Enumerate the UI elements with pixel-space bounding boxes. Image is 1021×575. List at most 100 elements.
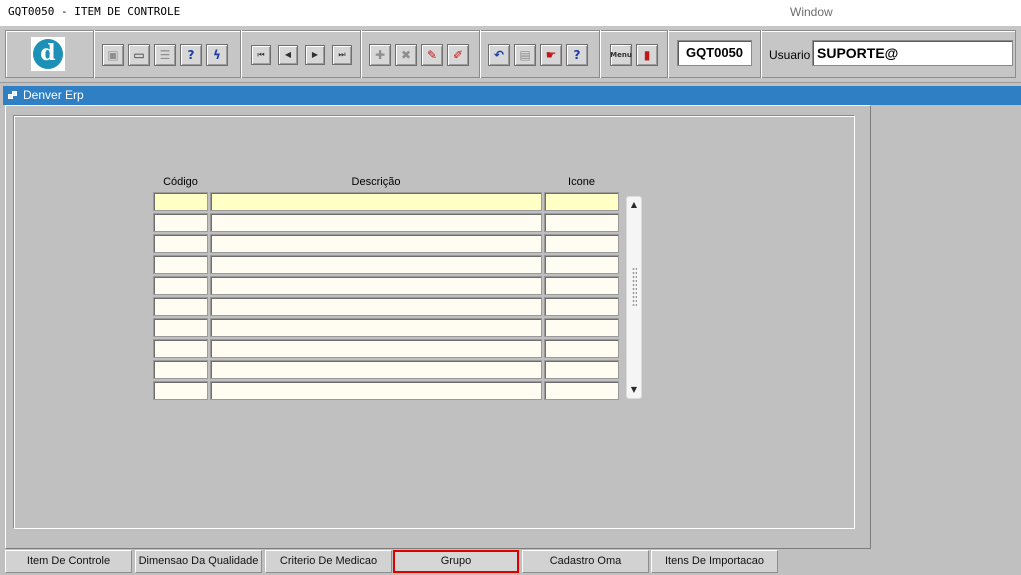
icone-cell[interactable] xyxy=(544,213,619,232)
icone-cell[interactable] xyxy=(544,360,619,379)
user-field[interactable]: SUPORTE@ xyxy=(812,40,1013,66)
delete-record-button[interactable]: ✖ xyxy=(395,44,417,66)
form-canvas: Código Descrição Icone ▲ ▼ xyxy=(5,105,871,549)
insert-record-button[interactable]: ✚ xyxy=(369,44,391,66)
column-header-icone: Icone xyxy=(568,176,595,188)
undo-icon: ↶ xyxy=(493,48,505,62)
tab-itens-de-importacao[interactable]: Itens De Importacao xyxy=(651,550,778,573)
form-code-field: GQT0050 xyxy=(677,40,752,66)
icone-cell[interactable] xyxy=(544,234,619,253)
edit-record-button[interactable]: ✎ xyxy=(421,44,443,66)
clear-icon: ✐ xyxy=(452,48,464,62)
save-button[interactable]: ▣ xyxy=(102,44,124,66)
first-record-button[interactable]: ⏮ xyxy=(251,45,271,65)
toolbar-separator xyxy=(240,30,242,78)
scroll-down-icon[interactable]: ▼ xyxy=(629,385,639,395)
undo-button[interactable]: ↶ xyxy=(488,44,510,66)
descricao-cell[interactable] xyxy=(210,234,542,253)
icone-cell[interactable] xyxy=(544,255,619,274)
window-icon: ▭ xyxy=(133,48,145,62)
scroll-grip[interactable] xyxy=(632,267,637,307)
descricao-cell[interactable] xyxy=(210,360,542,379)
descricao-cell[interactable] xyxy=(210,339,542,358)
icone-cell[interactable] xyxy=(544,318,619,337)
enter-query-button[interactable]: ? xyxy=(180,44,202,66)
icone-cell[interactable] xyxy=(544,381,619,400)
scroll-up-icon[interactable]: ▲ xyxy=(629,200,639,210)
window-button[interactable]: ▭ xyxy=(128,44,150,66)
menu-icon: Menu xyxy=(610,50,632,59)
previous-record-button[interactable]: ◀ xyxy=(278,45,298,65)
vertical-scrollbar[interactable]: ▲ ▼ xyxy=(626,196,642,399)
execute-query-icon: ϟ xyxy=(213,48,221,62)
codigo-cell[interactable] xyxy=(153,255,208,274)
execute-query-button[interactable]: ϟ xyxy=(206,44,228,66)
descricao-cell[interactable] xyxy=(210,318,542,337)
menu-button[interactable]: Menu xyxy=(610,44,632,66)
print-button[interactable]: ☰ xyxy=(154,44,176,66)
icone-cell[interactable] xyxy=(544,276,619,295)
tab-cadastro-oma[interactable]: Cadastro Oma xyxy=(522,550,649,573)
codigo-cell[interactable] xyxy=(153,318,208,337)
first-record-icon: ⏮ xyxy=(257,50,265,59)
title-bar: GQT0050 - ITEM DE CONTROLE Window xyxy=(0,0,1021,25)
help-button[interactable]: ? xyxy=(566,44,588,66)
previous-record-icon: ◀ xyxy=(284,50,292,59)
codigo-cell[interactable] xyxy=(153,339,208,358)
toolbar-separator xyxy=(479,30,481,78)
last-record-icon: ⏭ xyxy=(338,50,346,59)
hand-icon: ☛ xyxy=(545,48,557,62)
window-title: Denver Erp xyxy=(23,88,84,102)
delete-record-icon: ✖ xyxy=(400,48,412,62)
column-header-codigo: Código xyxy=(163,176,198,188)
tab-grupo[interactable]: Grupo xyxy=(393,550,519,573)
toolbar-separator xyxy=(360,30,362,78)
last-record-button[interactable]: ⏭ xyxy=(332,45,352,65)
toolbar-separator xyxy=(760,30,762,78)
user-label: Usuario xyxy=(769,48,811,62)
descricao-cell[interactable] xyxy=(210,276,542,295)
tab-criterio-de-medicao[interactable]: Criterio De Medicao xyxy=(265,550,392,573)
save-icon: ▣ xyxy=(107,48,119,62)
icone-cell[interactable] xyxy=(544,297,619,316)
clear-button[interactable]: ✐ xyxy=(447,44,469,66)
print-icon: ☰ xyxy=(159,48,171,62)
toolbar-separator xyxy=(93,30,95,78)
codigo-cell[interactable] xyxy=(153,234,208,253)
icone-cell[interactable] xyxy=(544,192,619,211)
window-title-bar: Denver Erp xyxy=(3,86,1021,105)
query-icon: ? xyxy=(187,48,195,62)
toolbar: d ▣ ▭ ☰ ? ϟ ⏮ ◀ ▶ ⏭ ✚ ✖ ✎ ✐ ↶ ▤ ☛ ? Menu… xyxy=(0,25,1021,83)
codigo-cell[interactable] xyxy=(153,381,208,400)
descricao-cell[interactable] xyxy=(210,381,542,400)
descricao-cell[interactable] xyxy=(210,213,542,232)
column-header-descricao: Descrição xyxy=(351,176,401,188)
app-title: GQT0050 - ITEM DE CONTROLE xyxy=(8,5,181,18)
codigo-cell[interactable] xyxy=(153,276,208,295)
logo: d xyxy=(30,36,66,72)
exit-button[interactable]: ▮ xyxy=(636,44,658,66)
codigo-cell[interactable] xyxy=(153,360,208,379)
tab-dimensao-da-qualidade[interactable]: Dimensao Da Qualidade xyxy=(135,550,262,573)
codigo-cell[interactable] xyxy=(153,297,208,316)
window-icon xyxy=(8,91,18,100)
descricao-cell[interactable] xyxy=(210,255,542,274)
tab-item-de-controle[interactable]: Item De Controle xyxy=(5,550,132,573)
clipboard-button[interactable]: ▤ xyxy=(514,44,536,66)
hand-button[interactable]: ☛ xyxy=(540,44,562,66)
help-icon: ? xyxy=(573,48,581,62)
codigo-cell[interactable] xyxy=(153,192,208,211)
clipboard-icon: ▤ xyxy=(519,48,531,62)
toolbar-separator xyxy=(667,30,669,78)
window-menu[interactable]: Window xyxy=(790,5,833,19)
descricao-cell[interactable] xyxy=(210,297,542,316)
codigo-cell[interactable] xyxy=(153,213,208,232)
exit-icon: ▮ xyxy=(643,48,651,62)
next-record-button[interactable]: ▶ xyxy=(305,45,325,65)
icone-cell[interactable] xyxy=(544,339,619,358)
descricao-cell[interactable] xyxy=(210,192,542,211)
toolbar-separator xyxy=(599,30,601,78)
edit-record-icon: ✎ xyxy=(426,48,438,62)
insert-record-icon: ✚ xyxy=(374,48,386,62)
next-record-icon: ▶ xyxy=(311,50,319,59)
